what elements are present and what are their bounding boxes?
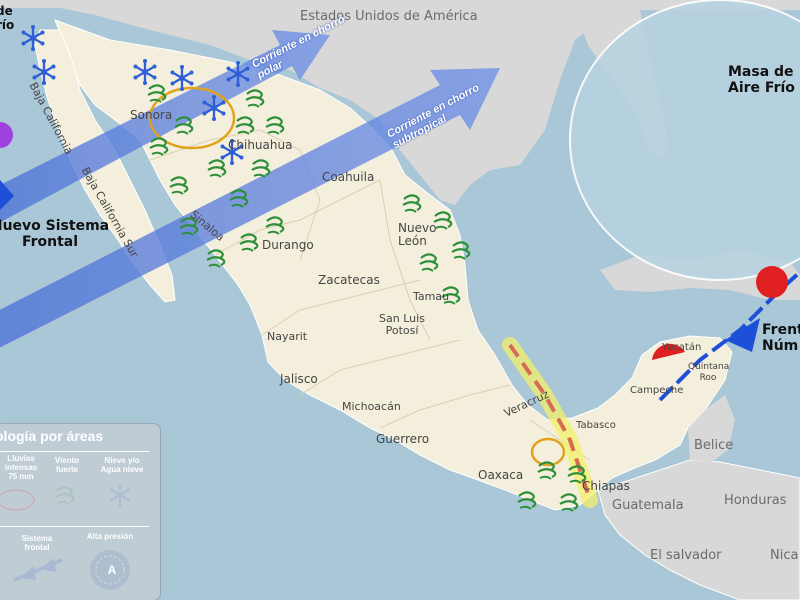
- label-nuevo-leon: Nuevo León: [398, 221, 437, 248]
- label-honduras: Honduras: [724, 493, 787, 508]
- legend-rain-label: Lluvias intensas 75 mm: [4, 454, 38, 481]
- label-top-left-fragment: de río: [0, 4, 15, 32]
- label-belice: Belice: [694, 438, 734, 453]
- legend-snow-label: Nieve y/o Agua nieve: [100, 456, 144, 474]
- label-san-luis-potosi: San Luis Potosí: [379, 312, 425, 337]
- label-michoacan: Michoacán: [342, 400, 401, 413]
- legend-high-label: Alta presión: [86, 532, 134, 541]
- legend-panel: ología por áreas Lluvias intensas 75 mm …: [0, 423, 161, 600]
- label-coahuila: Coahuila: [322, 170, 375, 184]
- label-new-frontal-system: Nuevo Sistema Frontal: [0, 218, 110, 250]
- label-guerrero: Guerrero: [376, 432, 430, 446]
- weather-map: Estados Unidos de América Baja Californi…: [0, 0, 800, 600]
- label-yucatan: Yucatán: [662, 342, 702, 353]
- label-nayarit: Nayarit: [267, 330, 308, 343]
- label-campeche: Campeche: [630, 385, 684, 396]
- label-nicaragua: Nica: [770, 548, 799, 563]
- legend-wind-label: Viento fuerte: [54, 456, 80, 474]
- label-cold-air-mass: Masa de Aire Frío: [728, 64, 795, 96]
- label-tamaulipas: Tamau: [413, 290, 450, 303]
- legend-high-symbol: A: [107, 563, 117, 577]
- label-guatemala: Guatemala: [612, 498, 684, 513]
- legend-divider: [0, 451, 149, 452]
- label-jalisco: Jalisco: [280, 372, 318, 386]
- label-front-number: Frent Núm: [762, 322, 800, 354]
- label-sonora: Sonora: [130, 108, 173, 122]
- legend-title: ología por áreas: [0, 428, 104, 444]
- label-el-salvador: El salvador: [650, 548, 722, 563]
- label-durango: Durango: [262, 238, 314, 252]
- legend-divider-2: [0, 526, 149, 527]
- label-tabasco: Tabasco: [576, 420, 616, 431]
- label-chihuahua: Chihuahua: [228, 138, 293, 152]
- label-chiapas: Chiapas: [582, 479, 630, 493]
- label-oaxaca: Oaxaca: [478, 468, 524, 482]
- label-quintana-roo: Quintana Roo: [688, 362, 730, 383]
- label-zacatecas: Zacatecas: [318, 273, 380, 287]
- legend-front-label: Sistema frontal: [21, 534, 53, 552]
